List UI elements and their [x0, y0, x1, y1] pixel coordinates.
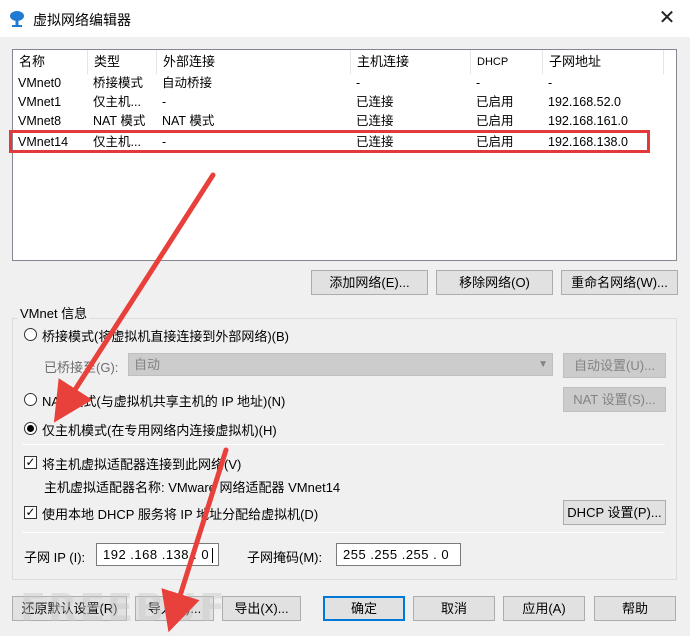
close-button[interactable]: ✕ [644, 0, 690, 36]
cell-dhcp: - [476, 76, 481, 90]
add-network-button[interactable]: 添加网络(E)... [311, 270, 428, 295]
dhcp-settings-button[interactable]: DHCP 设置(P)... [563, 500, 666, 525]
ok-button[interactable]: 确定 [323, 596, 405, 621]
cell-external: - [162, 95, 167, 109]
table-row[interactable]: VMnet8 NAT 模式 NAT 模式 已连接 已启用 192.168.161… [13, 112, 676, 131]
import-button[interactable]: 导入(T)... [135, 596, 214, 621]
hostonly-radio-label[interactable]: 仅主机模式(在专用网络内连接虚拟机)(H) [42, 420, 277, 439]
apply-button[interactable]: 应用(A) [503, 596, 585, 621]
column-header-name[interactable]: 名称 [13, 50, 88, 74]
divider [22, 444, 665, 445]
bridged-to-select[interactable]: 自动 ▼ [128, 353, 553, 376]
cell-type: 仅主机... [93, 95, 141, 109]
column-header-subnet[interactable]: 子网地址 [543, 50, 664, 74]
hostonly-radio[interactable] [24, 422, 37, 435]
cell-external: NAT 模式 [162, 114, 215, 128]
help-button[interactable]: 帮助 [594, 596, 676, 621]
bridged-to-value: 自动 [134, 357, 161, 372]
cell-external: - [162, 135, 167, 149]
connect-adapter-checkbox[interactable]: ✓ [24, 456, 37, 469]
bridged-radio-label[interactable]: 桥接模式(将虚拟机直接连接到外部网络)(B) [42, 326, 289, 345]
cell-host: 已连接 [356, 95, 394, 109]
column-header-type[interactable]: 类型 [88, 50, 157, 74]
subnet-mask-label: 子网掩码(M): [247, 550, 323, 565]
cell-dhcp: 已启用 [476, 114, 514, 128]
chevron-down-icon: ▼ [538, 359, 548, 370]
nat-radio-label[interactable]: NAT 模式(与虚拟机共享主机的 IP 地址)(N) [42, 391, 285, 410]
export-button[interactable]: 导出(X)... [222, 596, 301, 621]
cell-type: NAT 模式 [93, 114, 146, 128]
window-title: 虚拟网络编辑器 [33, 12, 131, 28]
cell-name: VMnet14 [18, 135, 69, 149]
network-list[interactable]: 名称 类型 外部连接 主机连接 DHCP 子网地址 VMnet0 桥接模式 自动… [12, 49, 677, 261]
column-header-dhcp[interactable]: DHCP [471, 50, 543, 74]
cell-subnet: - [548, 76, 553, 90]
cell-name: VMnet1 [18, 95, 62, 109]
bridged-radio[interactable] [24, 328, 37, 341]
dhcp-checkbox[interactable]: ✓ [24, 506, 37, 519]
cell-external: 自动桥接 [162, 76, 213, 90]
cancel-button[interactable]: 取消 [413, 596, 495, 621]
vmnet-info-label: VMnet 信息 [18, 303, 90, 322]
table-row-selected[interactable]: VMnet14 仅主机... - 已连接 已启用 192.168.138.0 [13, 131, 676, 153]
cell-subnet: 192.168.52.0 [548, 95, 621, 109]
bridged-to-label: 已桥接至(G): [44, 360, 119, 375]
column-header-host[interactable]: 主机连接 [351, 50, 471, 74]
subnet-mask-input[interactable]: 255 .255 .255 . 0 [336, 543, 461, 566]
nat-settings-button[interactable]: NAT 设置(S)... [563, 387, 666, 412]
cell-host: 已连接 [356, 135, 394, 149]
cell-type: 桥接模式 [93, 76, 144, 90]
restore-defaults-button[interactable]: 还原默认设置(R) [12, 596, 127, 621]
cell-dhcp: 已启用 [476, 135, 514, 149]
table-row[interactable]: VMnet0 桥接模式 自动桥接 - - - [13, 74, 676, 93]
subnet-mask-value: 255 .255 .255 . 0 [343, 547, 450, 562]
cell-name: VMnet0 [18, 76, 62, 90]
cell-type: 仅主机... [93, 135, 141, 149]
table-row[interactable]: VMnet1 仅主机... - 已连接 已启用 192.168.52.0 [13, 93, 676, 112]
cell-subnet: 192.168.138.0 [548, 135, 628, 149]
remove-network-button[interactable]: 移除网络(O) [436, 270, 553, 295]
connect-adapter-label[interactable]: 将主机虚拟适配器连接到此网络(V) [42, 454, 241, 473]
adapter-name-label: 主机虚拟适配器名称: VMware 网络适配器 VMnet14 [44, 480, 341, 495]
cell-name: VMnet8 [18, 114, 62, 128]
nat-radio[interactable] [24, 393, 37, 406]
cell-dhcp: 已启用 [476, 95, 514, 109]
text-cursor [212, 548, 214, 564]
divider [22, 532, 665, 533]
subnet-ip-input[interactable]: 192 .168 .138 . 0 [96, 543, 219, 566]
dhcp-label[interactable]: 使用本地 DHCP 服务将 IP 地址分配给虚拟机(D) [42, 504, 318, 523]
subnet-ip-value: 192 .168 .138 . 0 [103, 547, 210, 562]
cell-host: - [356, 76, 361, 90]
cell-host: 已连接 [356, 114, 394, 128]
column-header-external[interactable]: 外部连接 [157, 50, 351, 74]
cell-subnet: 192.168.161.0 [548, 114, 628, 128]
auto-settings-button[interactable]: 自动设置(U)... [563, 353, 666, 378]
network-list-header: 名称 类型 外部连接 主机连接 DHCP 子网地址 [13, 50, 676, 74]
subnet-ip-label: 子网 IP (I): [24, 550, 86, 565]
rename-network-button[interactable]: 重命名网络(W)... [561, 270, 678, 295]
title-bar: 虚拟网络编辑器 ✕ [0, 0, 690, 38]
vmware-network-icon [10, 11, 24, 27]
